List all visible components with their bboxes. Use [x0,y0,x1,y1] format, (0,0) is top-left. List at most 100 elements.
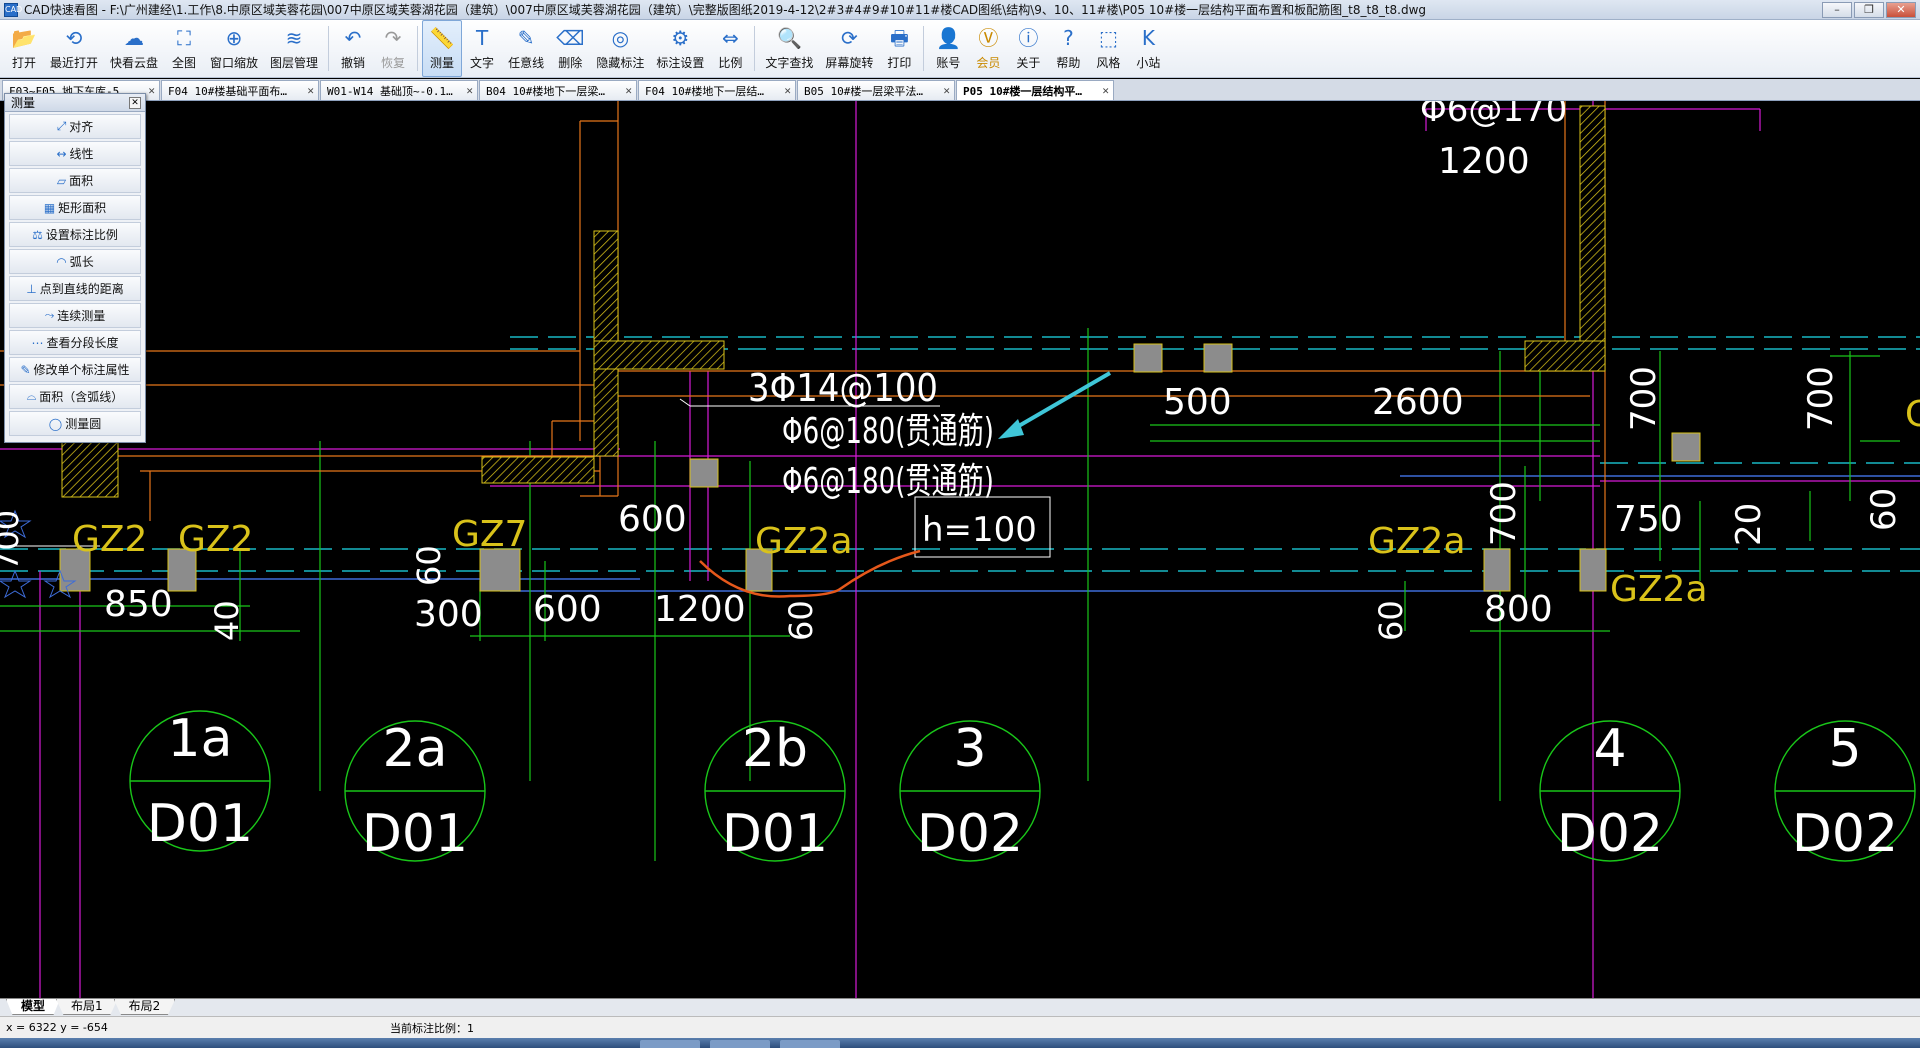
measure-tool-icon: ◠ [56,254,67,269]
measure-tool-item[interactable]: ⚖ 设置标注比例 [9,222,141,247]
measure-tool-item[interactable]: ⊥ 点到直线的距离 [9,276,141,301]
document-tab[interactable]: P05 10#楼一层结构平… ✕ [956,80,1114,100]
rebar-label-1: Φ6@180(贯通筋) [782,411,994,452]
toolbar-hidemark-button[interactable]: ◎ 隐藏标注 [590,20,650,77]
toolbar-account-label: 账号 [936,56,961,70]
toolbar-cloud-button[interactable]: ☁ 快看云盘 [104,20,164,77]
taskbar-item[interactable] [780,1040,840,1048]
tab-close-icon[interactable]: ✕ [625,84,632,97]
toolbar-findtext-button[interactable]: 🔍 文字查找 [759,20,819,77]
layout-tab[interactable]: 布局2 [113,999,176,1015]
toolbar-about-button[interactable]: ⓘ 关于 [1008,20,1048,77]
measure-tool-icon: ✎ [20,362,31,377]
measure-tool-item[interactable]: ⤳ 连续测量 [9,303,141,328]
measure-panel-header[interactable]: 测量 ✕ [5,94,145,112]
toolbar-layers-button[interactable]: ≋ 图层管理 [264,20,324,77]
column-label-gz2a-b: GZ2a [1368,521,1466,562]
toolbar-ratio-button[interactable]: ⇔ 比例 [710,20,750,77]
document-tab-label: F04 10#楼地下一层结… [645,84,764,98]
printer-icon: 🖶 [889,26,909,50]
toolbar-delete-button[interactable]: ⌫ 删除 [550,20,590,77]
toolbar-account-button[interactable]: 👤 账号 [928,20,968,77]
toolbar-separator [754,26,756,71]
document-tab[interactable]: B04 10#楼地下一层梁… ✕ [479,80,637,100]
rebar-label-2: Φ6@180(贯通筋) [782,461,994,502]
help-icon: ? [1063,26,1074,50]
tab-close-icon[interactable]: ✕ [943,84,950,97]
toolbar-recent-label: 最近打开 [50,56,99,70]
toolbar-zoom-button[interactable]: ⊕ 窗口缩放 [204,20,264,77]
redo-icon: ↷ [384,26,402,50]
measure-tool-item[interactable]: ◠ 弧长 [9,249,141,274]
toolbar-findtext-label: 文字查找 [765,56,814,70]
eraser-icon: ⌫ [556,26,585,50]
toolbar-measure-button[interactable]: 📏 测量 [422,20,463,77]
measure-tool-item[interactable]: ✎ 修改单个标注属性 [9,357,141,382]
layout-tab[interactable]: 模型 [6,999,61,1015]
toolbar-style-button[interactable]: ⬚ 风格 [1088,20,1128,77]
taskbar-item[interactable] [710,1040,770,1048]
toolbar-marksettings-button[interactable]: ⚙ 标注设置 [650,20,710,77]
os-taskbar [0,1038,1920,1048]
clock-icon: ⟲ [65,26,83,50]
toolbar-recent-button[interactable]: ⟲ 最近打开 [44,20,104,77]
document-tab[interactable]: F04 10#楼基础平面布… ✕ [161,80,319,100]
measure-tool-item[interactable]: ▦ 矩形面积 [9,195,141,220]
toolbar-open-button[interactable]: 📂 打开 [4,20,44,77]
document-tab[interactable]: B05 10#楼一层梁平法… ✕ [797,80,955,100]
measure-tool-list: ⤢ 对齐 ↔ 线性 ▱ 面积 ▦ 矩形面积 ⚖ 设置标注比例 ◠ 弧长 ⊥ 点到直线的距离 ⤳ 连续测量 ⋯ 查看… [5,114,145,436]
measure-tool-label: 连续测量 [57,309,106,323]
measure-tool-item[interactable]: ⌓ 面积（含弧线） [9,384,141,409]
dim-60-a: 60 [410,545,448,586]
document-tab[interactable]: F04 10#楼地下一层结… ✕ [638,80,796,100]
toolbar-vip-button[interactable]: Ⓥ 会员 [968,20,1008,77]
toolbar-rotate-button[interactable]: ⟳ 屏幕旋转 [819,20,879,77]
toolbar-separator [328,26,330,71]
layout-tab[interactable]: 布局1 [56,999,118,1015]
measure-tool-item[interactable]: ▱ 面积 [9,168,141,193]
document-tab-label: W01-W14 基础顶~-0.1… [327,84,453,98]
measure-panel-close-icon[interactable]: ✕ [129,96,141,109]
close-button[interactable]: ✕ [1886,1,1916,18]
restore-button[interactable]: ❐ [1854,1,1884,18]
toolbar-fullview-button[interactable]: ⛶ 全图 [164,20,204,77]
axis-top-5: 5 [1828,719,1861,779]
measure-tool-item[interactable]: ↔ 线性 [9,141,141,166]
dim-700-c: 700 [1484,481,1524,546]
toolbar-print-button[interactable]: 🖶 打印 [879,20,919,77]
toolbar-freeline-button[interactable]: ✎ 任意线 [502,20,550,77]
minimize-button[interactable]: – [1822,1,1852,18]
measure-tool-item[interactable]: ⋯ 查看分段长度 [9,330,141,355]
dim-60-c: 60 [1372,600,1410,641]
measure-tool-item[interactable]: ⤢ 对齐 [9,114,141,139]
axis-bottom-4: D02 [1557,804,1663,864]
text-icon: T [475,26,489,50]
measure-tool-item[interactable]: ◯ 测量圆 [9,411,141,436]
measure-tool-icon: ⊥ [26,281,37,296]
tab-close-icon[interactable]: ✕ [148,84,155,97]
h-label: h=100 [922,510,1037,550]
tab-close-icon[interactable]: ✕ [1102,84,1109,97]
axis-top-4: 4 [1593,719,1626,779]
toolbar-about-label: 关于 [1016,56,1041,70]
measure-tool-icon: ▱ [56,173,67,188]
cad-drawing[interactable]: 3Φ14@100 Φ6@180(贯通筋) Φ6@180(贯通筋) Φ6@170 … [0,101,1920,998]
tab-close-icon[interactable]: ✕ [466,84,473,97]
toolbar-hidemark-label: 隐藏标注 [596,56,645,70]
toolbar-undo-button[interactable]: ↶ 撤销 [333,20,373,77]
document-tab[interactable]: W01-W14 基础顶~-0.1… ✕ [320,80,478,100]
document-tab-label: B05 10#楼一层梁平法… [804,84,923,98]
toolbar-text-button[interactable]: T 文字 [462,20,502,77]
layout-tab-bar: 模型 布局1 布局2 [0,998,1920,1016]
tab-close-icon[interactable]: ✕ [307,84,314,97]
toolbar-redo-button[interactable]: ↷ 恢复 [373,20,413,77]
toolbar-station-button[interactable]: K 小站 [1128,20,1168,77]
taskbar-item[interactable] [640,1040,700,1048]
axis-top-2b: 2b [742,719,808,779]
tab-close-icon[interactable]: ✕ [784,84,791,97]
measure-tool-label: 弧长 [69,255,94,269]
status-bar: x = 6322 y = -654 当前标注比例：1 [0,1016,1920,1038]
drawing-canvas[interactable]: 3Φ14@100 Φ6@180(贯通筋) Φ6@180(贯通筋) Φ6@170 … [0,101,1920,998]
toolbar-help-button[interactable]: ? 帮助 [1048,20,1088,77]
dim-700-a: 700 [1624,366,1664,431]
